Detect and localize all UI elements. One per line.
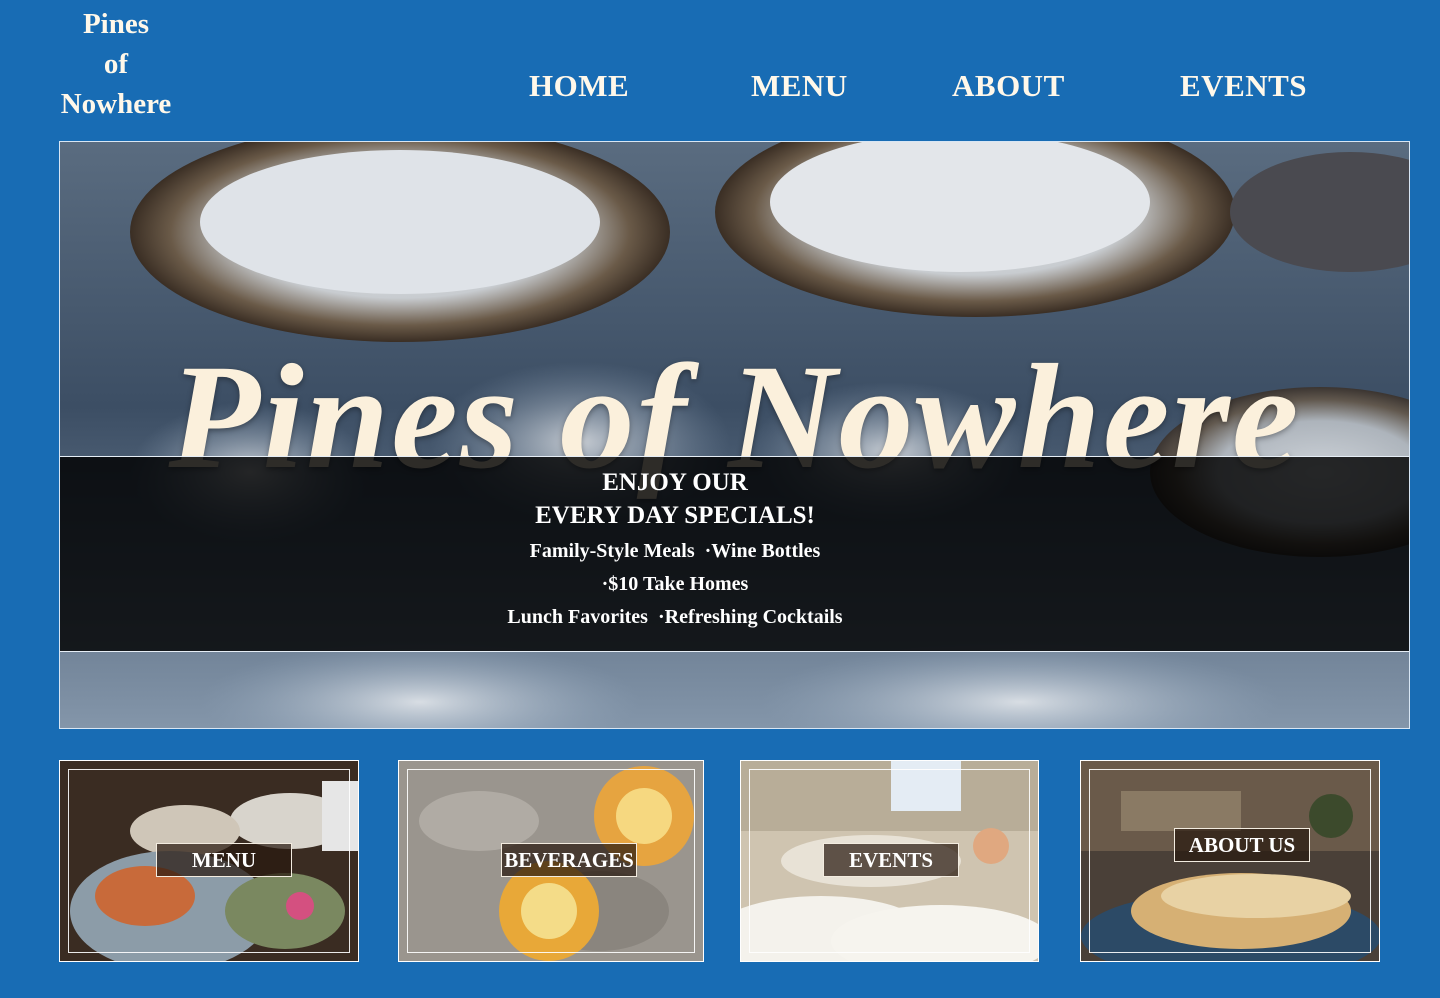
specials-line-1: Family-Style Meals ·Wine Bottles [529, 540, 821, 562]
site-logo[interactable]: Pines of Nowhere [30, 4, 202, 124]
nav-menu-link[interactable]: MENU [751, 68, 848, 104]
menu-card-label: MENU [156, 843, 292, 877]
nav-about-link[interactable]: ABOUT [952, 68, 1065, 104]
menu-card[interactable]: MENU [59, 760, 359, 962]
specials-heading-1: ENJOY OUR [602, 469, 748, 496]
beverages-card[interactable]: BEVERAGES [398, 760, 704, 962]
events-card[interactable]: EVENTS [740, 760, 1039, 962]
specials-line-2: ·$10 Take Homes [601, 573, 749, 595]
logo-line-2: of [103, 48, 129, 80]
specials-heading-2: EVERY DAY SPECIALS! [535, 502, 815, 529]
logo-line-1: Pines [82, 8, 150, 40]
hero-banner: Pines of Nowhere ENJOY OUR EVERY DAY SPE… [59, 141, 1410, 729]
nav-events-link[interactable]: EVENTS [1180, 68, 1307, 104]
about-us-card-label: ABOUT US [1174, 828, 1310, 862]
logo-line-3: Nowhere [60, 88, 172, 120]
specials-line-3: Lunch Favorites ·Refreshing Cocktails [507, 606, 843, 628]
specials-banner: ENJOY OUR EVERY DAY SPECIALS! Family-Sty… [60, 456, 1409, 652]
about-us-card[interactable]: ABOUT US [1080, 760, 1380, 962]
beverages-card-label: BEVERAGES [501, 843, 637, 877]
events-card-label: EVENTS [823, 843, 959, 877]
nav-home-link[interactable]: HOME [529, 68, 629, 104]
